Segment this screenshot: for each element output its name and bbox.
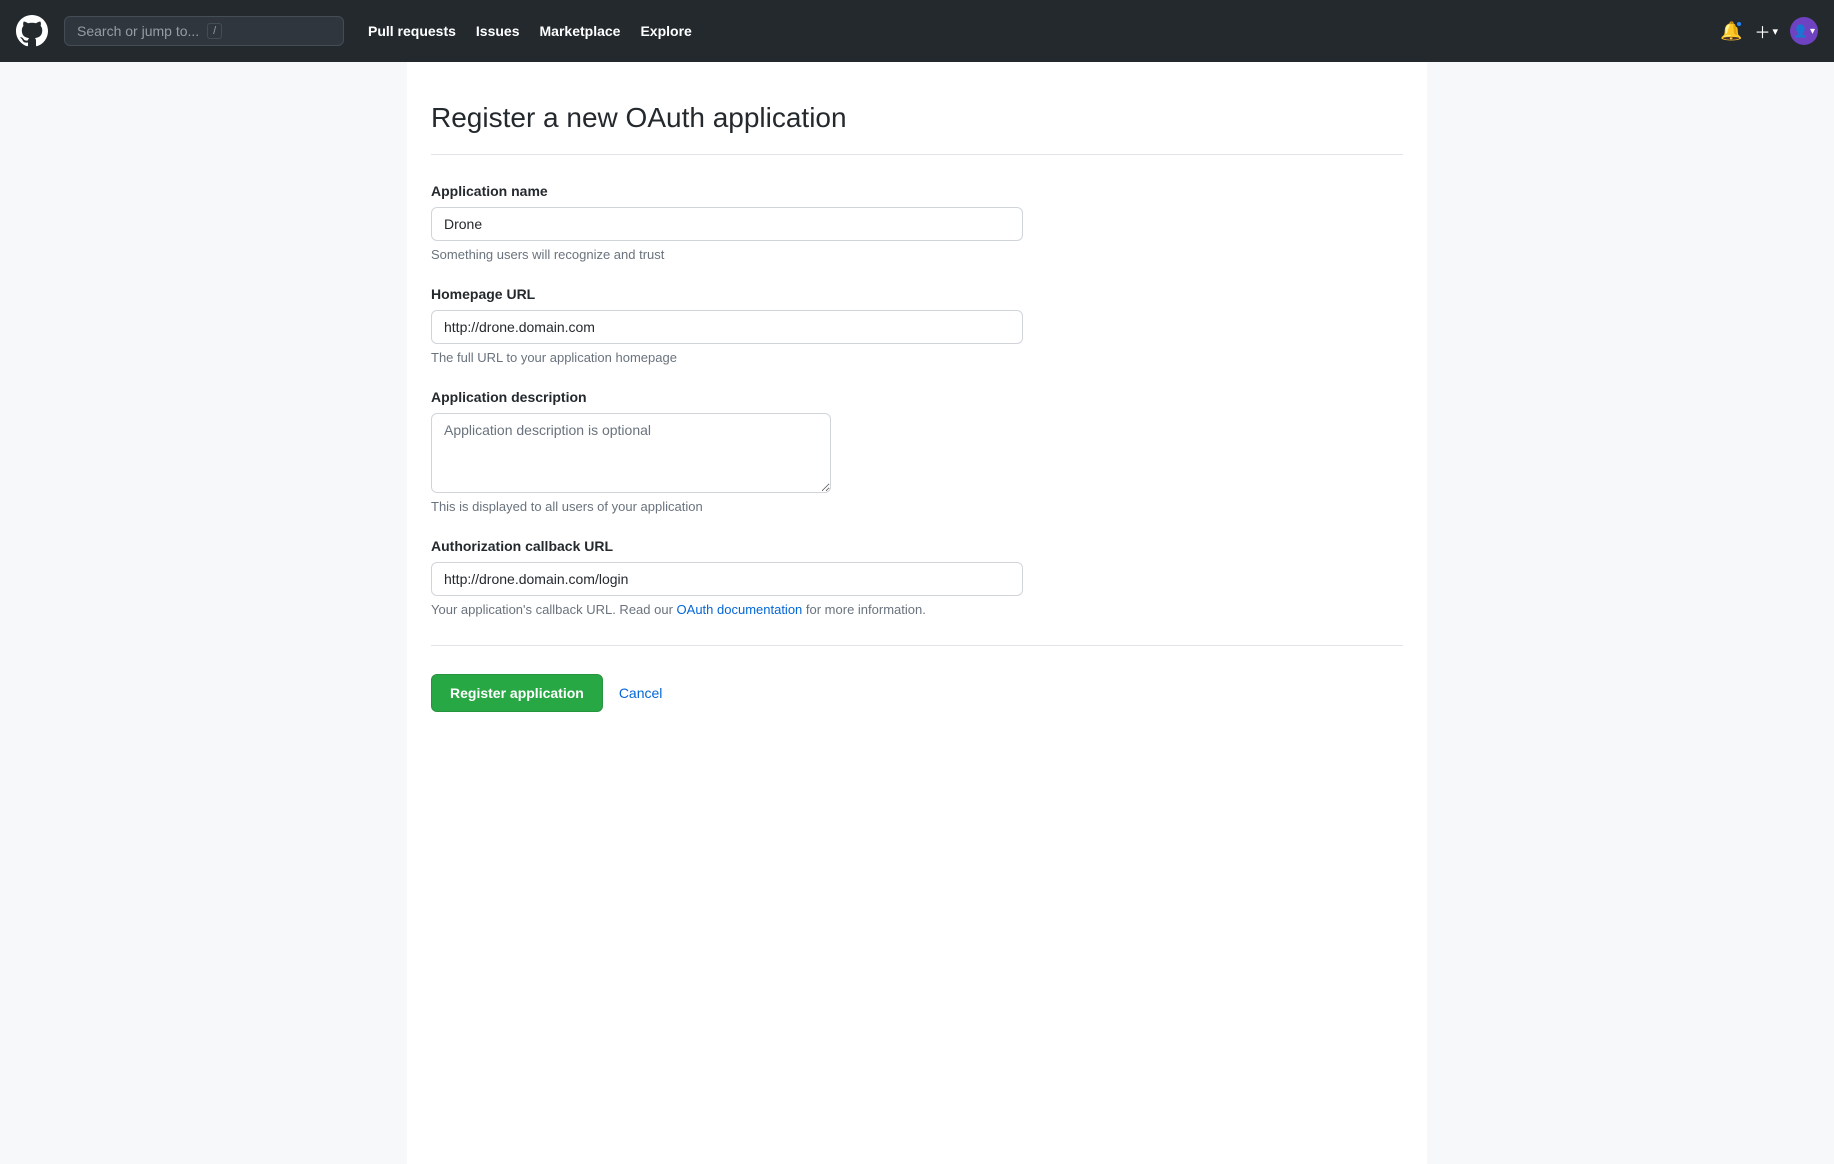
app-name-hint: Something users will recognize and trust (431, 247, 1403, 262)
page-title: Register a new OAuth application (431, 102, 1403, 134)
cancel-link[interactable]: Cancel (619, 685, 663, 701)
callback-hint-suffix: for more information. (802, 602, 926, 617)
avatar-image: 👤 (1793, 24, 1808, 38)
callback-url-input[interactable] (431, 562, 1023, 596)
homepage-url-hint: The full URL to your application homepag… (431, 350, 1403, 365)
form-actions: Register application Cancel (431, 674, 1403, 712)
notifications-icon[interactable]: 🔔 (1720, 21, 1742, 42)
navbar-right-section: 🔔 ＋ ▾ 👤 ▾ (1720, 17, 1818, 45)
oauth-documentation-link[interactable]: OAuth documentation (677, 602, 803, 617)
app-description-section: Application description This is displaye… (431, 389, 1403, 514)
register-application-button[interactable]: Register application (431, 674, 603, 712)
nav-issues[interactable]: Issues (476, 23, 520, 39)
callback-url-section: Authorization callback URL Your applicat… (431, 538, 1403, 617)
nav-links: Pull requests Issues Marketplace Explore (368, 23, 692, 39)
chevron-down-icon: ▾ (1772, 25, 1778, 38)
search-placeholder-text: Search or jump to... (77, 23, 199, 39)
callback-url-hint: Your application's callback URL. Read ou… (431, 602, 1403, 617)
notification-badge (1735, 20, 1743, 28)
app-name-label: Application name (431, 183, 1403, 199)
homepage-url-input[interactable] (431, 310, 1023, 344)
app-name-input[interactable] (431, 207, 1023, 241)
callback-url-label: Authorization callback URL (431, 538, 1403, 554)
navbar: Search or jump to... / Pull requests Iss… (0, 0, 1834, 62)
search-bar[interactable]: Search or jump to... / (64, 16, 344, 46)
app-description-textarea[interactable] (431, 413, 831, 493)
main-content: Register a new OAuth application Applica… (407, 62, 1427, 1164)
github-logo-icon[interactable] (16, 15, 48, 47)
app-name-section: Application name Something users will re… (431, 183, 1403, 262)
callback-hint-prefix: Your application's callback URL. Read ou… (431, 602, 677, 617)
create-new-button[interactable]: ＋ ▾ (1754, 19, 1778, 43)
user-avatar[interactable]: 👤 ▾ (1790, 17, 1818, 45)
bottom-divider (431, 645, 1403, 646)
nav-pull-requests[interactable]: Pull requests (368, 23, 456, 39)
app-description-hint: This is displayed to all users of your a… (431, 499, 1403, 514)
nav-marketplace[interactable]: Marketplace (540, 23, 621, 39)
homepage-url-section: Homepage URL The full URL to your applic… (431, 286, 1403, 365)
top-divider (431, 154, 1403, 155)
search-kbd-shortcut: / (207, 23, 222, 39)
plus-icon: ＋ (1754, 19, 1770, 43)
nav-explore[interactable]: Explore (640, 23, 691, 39)
avatar-chevron: ▾ (1810, 26, 1815, 37)
app-description-label: Application description (431, 389, 1403, 405)
homepage-url-label: Homepage URL (431, 286, 1403, 302)
